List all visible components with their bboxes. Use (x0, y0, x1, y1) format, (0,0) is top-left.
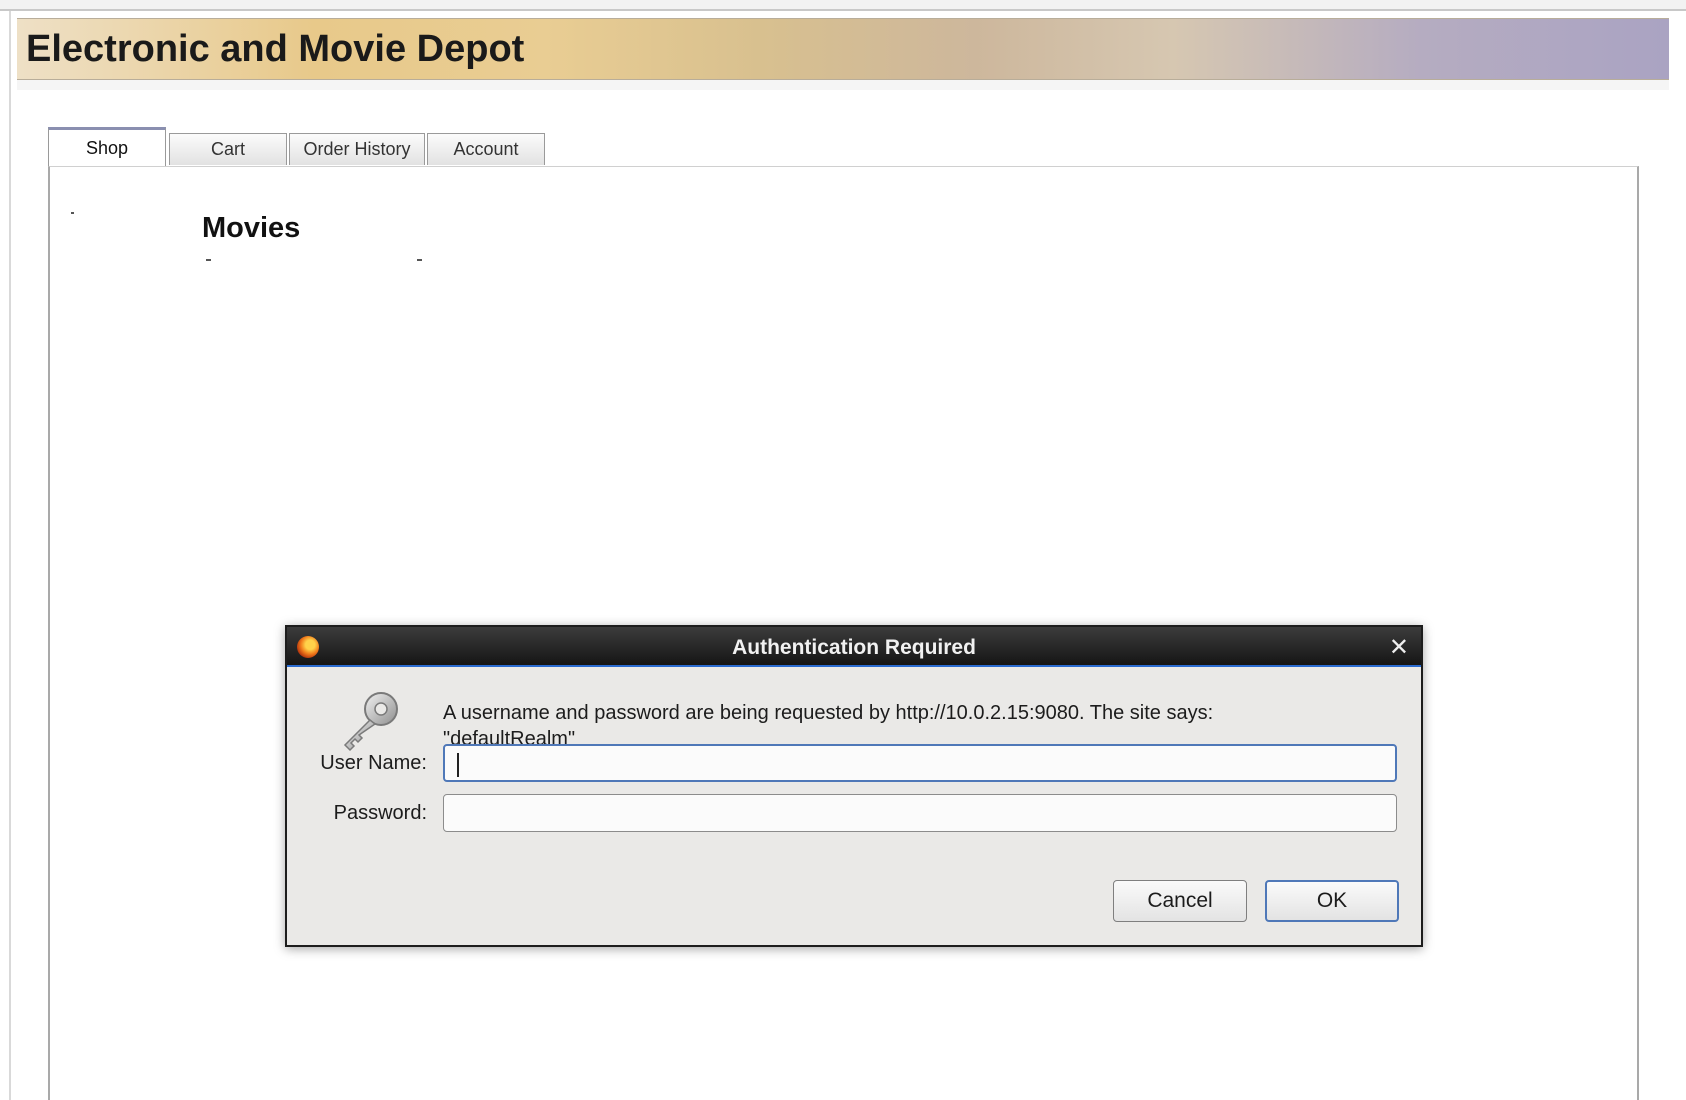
tab-shop[interactable]: Shop (48, 127, 166, 167)
password-label: Password: (333, 802, 427, 824)
decorative-dash (206, 259, 211, 261)
key-icon (343, 692, 398, 752)
dialog-titlebar[interactable]: Authentication Required ✕ (287, 627, 1421, 667)
site-title: Electronic and Movie Depot (26, 28, 525, 70)
password-field[interactable] (443, 794, 1397, 832)
site-banner: Electronic and Movie Depot (17, 18, 1669, 80)
section-heading: Movies (202, 212, 301, 244)
tab-account[interactable]: Account (427, 133, 545, 165)
decorative-dot (71, 212, 74, 214)
username-label: User Name: (320, 752, 427, 774)
close-icon[interactable]: ✕ (1389, 633, 1409, 662)
banner-underline (17, 80, 1669, 90)
decorative-dash (417, 259, 422, 261)
dialog-title: Authentication Required (732, 636, 976, 659)
ok-button[interactable]: OK (1265, 880, 1399, 922)
username-field[interactable] (443, 744, 1397, 782)
tab-order-history[interactable]: Order History (289, 133, 425, 165)
browser-top-edge (0, 0, 1686, 11)
cancel-button[interactable]: Cancel (1113, 880, 1247, 922)
authentication-dialog: Authentication Required ✕ A username and… (285, 625, 1423, 947)
text-caret (457, 753, 459, 777)
tab-cart[interactable]: Cart (169, 133, 287, 165)
